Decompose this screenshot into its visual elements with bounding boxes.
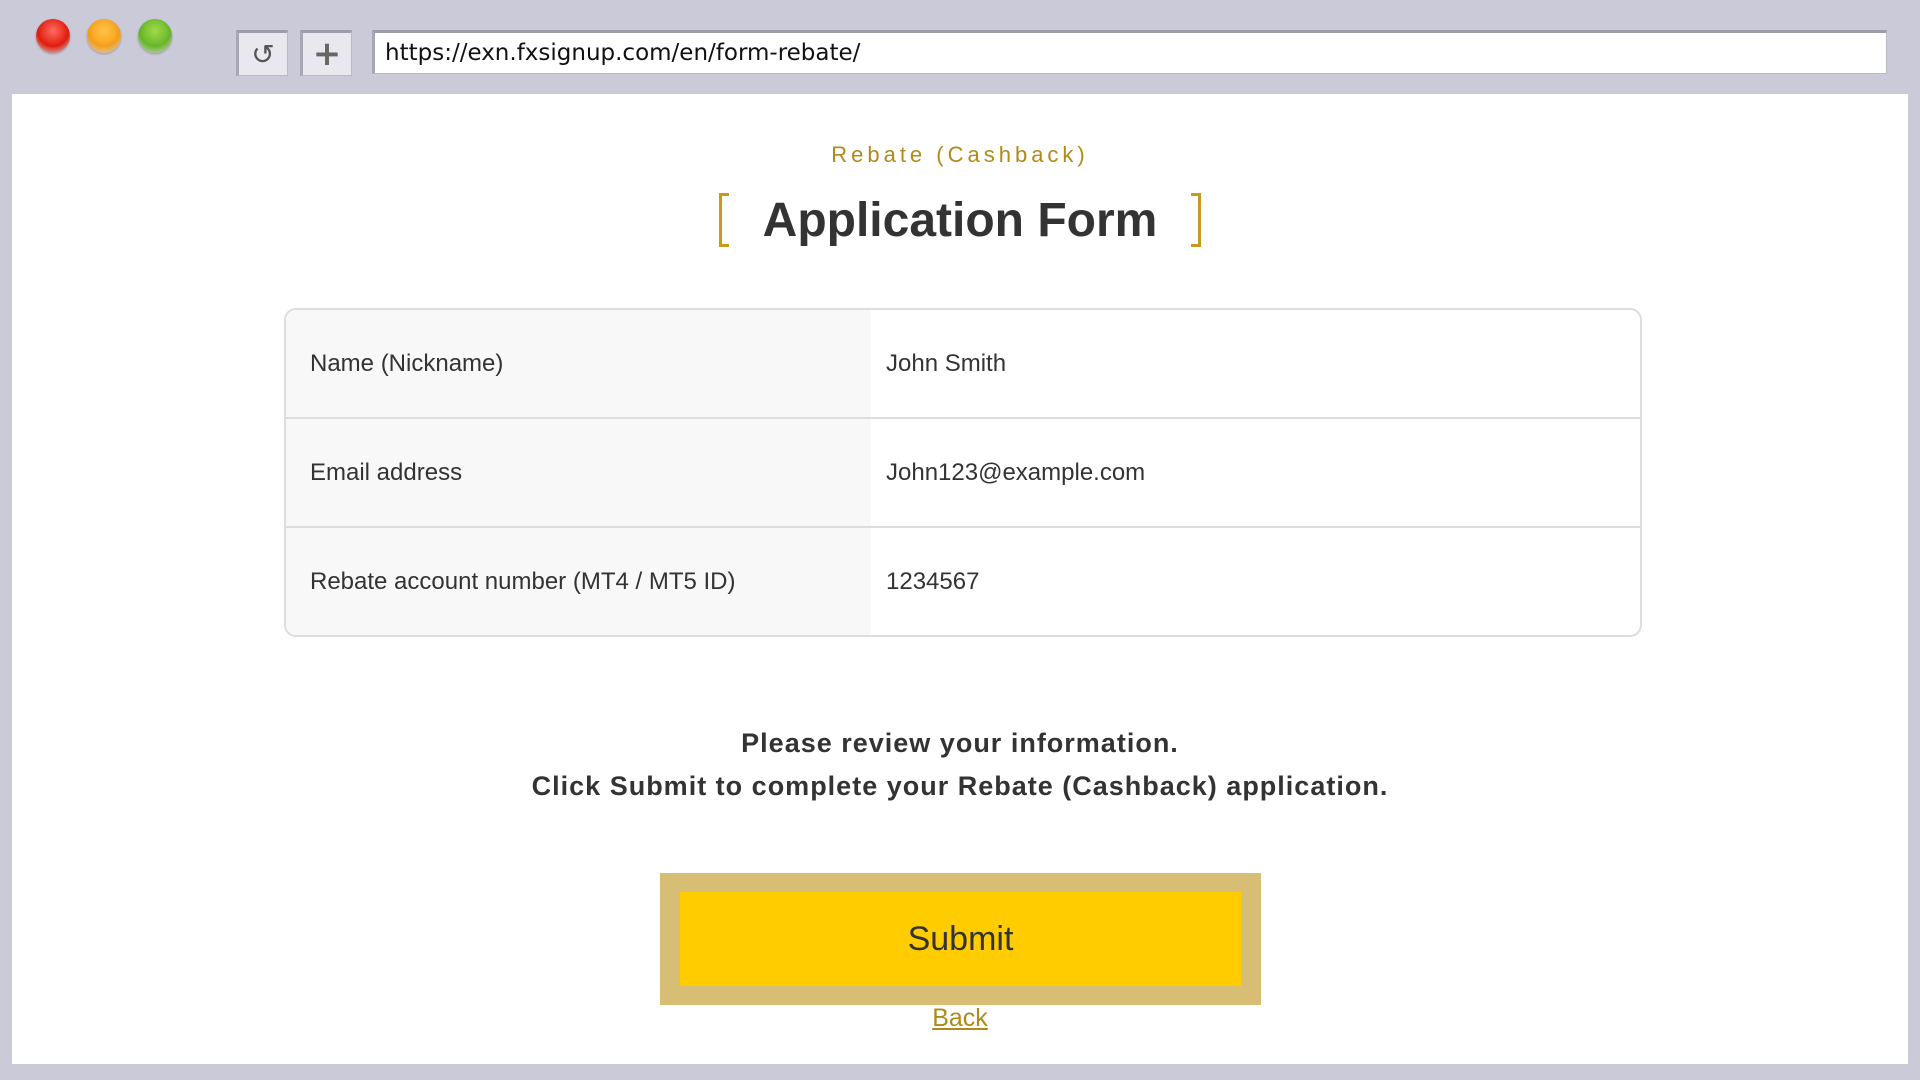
review-table: Name (Nickname) John Smith Email address… xyxy=(284,308,1642,637)
zoom-window-icon[interactable] xyxy=(138,19,172,53)
back-link[interactable]: Back xyxy=(932,1004,988,1032)
table-row-name: Name (Nickname) John Smith xyxy=(286,310,1640,419)
left-bracket-decoration xyxy=(718,193,729,247)
back-link-row: Back xyxy=(12,1004,1908,1033)
review-message-line-1: Please review your information. xyxy=(741,728,1179,758)
review-message: Please review your information. Click Su… xyxy=(12,722,1908,808)
email-value: John123@example.com xyxy=(886,458,1146,486)
submit-button-frame: Submit xyxy=(660,873,1261,1005)
table-row-email: Email address John123@example.com xyxy=(286,419,1640,528)
browser-window: ↺ + https://exn.fxsignup.com/en/form-reb… xyxy=(0,0,1920,1080)
new-tab-button[interactable]: + xyxy=(300,30,352,76)
right-bracket-decoration xyxy=(1191,193,1202,247)
submit-button[interactable]: Submit xyxy=(680,892,1241,986)
page-title: Application Form xyxy=(762,193,1158,247)
name-label: Name (Nickname) xyxy=(286,310,871,417)
reload-button[interactable]: ↺ xyxy=(236,30,288,76)
minimize-window-icon[interactable] xyxy=(87,19,121,53)
review-message-line-2: Click Submit to complete your Rebate (Ca… xyxy=(531,771,1389,801)
table-row-account: Rebate account number (MT4 / MT5 ID) 123… xyxy=(286,528,1640,635)
page-viewport: Rebate (Cashback) Application Form Name … xyxy=(12,94,1908,1064)
email-label: Email address xyxy=(286,419,871,526)
url-text: https://exn.fxsignup.com/en/form-rebate/ xyxy=(385,40,861,66)
plus-icon: + xyxy=(312,34,342,74)
name-value: John Smith xyxy=(886,349,1007,377)
close-window-icon[interactable] xyxy=(36,19,70,53)
page-subtitle: Rebate (Cashback) xyxy=(831,142,1089,167)
address-bar[interactable]: https://exn.fxsignup.com/en/form-rebate/ xyxy=(372,30,1887,74)
page-heading: Application Form xyxy=(12,190,1908,250)
reload-icon: ↺ xyxy=(251,37,275,71)
account-number-label: Rebate account number (MT4 / MT5 ID) xyxy=(286,528,871,635)
account-number-value: 1234567 xyxy=(886,567,980,595)
